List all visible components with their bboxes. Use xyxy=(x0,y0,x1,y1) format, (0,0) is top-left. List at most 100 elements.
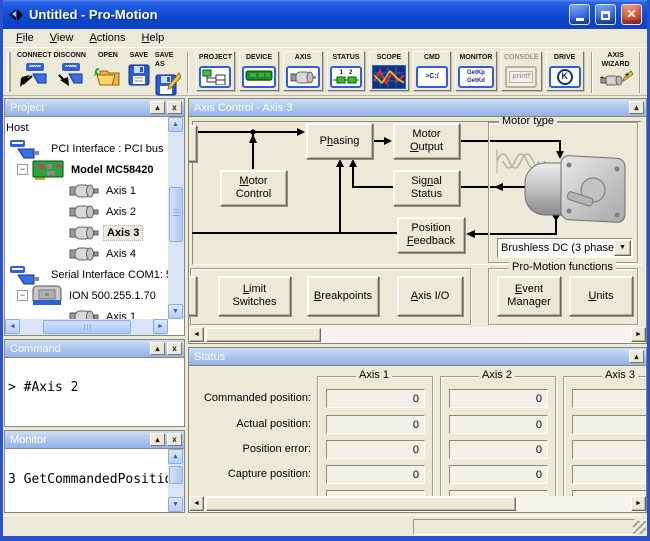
resize-grip[interactable] xyxy=(633,521,646,534)
scope-view-button[interactable]: SCOPE xyxy=(368,51,409,91)
combo-dropdown-arrow-icon[interactable]: ▼ xyxy=(614,240,631,256)
axis-view-button[interactable]: AXIS xyxy=(282,51,323,91)
axis1-position-error-value: 0 xyxy=(326,440,425,459)
monitor-window-button[interactable]: MONITOR GetKp GetKd xyxy=(454,51,497,91)
axis2-commanded-position-value: 0 xyxy=(449,389,548,408)
svg-text:+: + xyxy=(625,72,629,79)
clipped-bottom-button[interactable] xyxy=(189,276,197,316)
open-icon xyxy=(93,61,123,88)
save-as-button[interactable]: SAVE AS xyxy=(155,51,181,97)
status-view-button[interactable]: STATUS 12 xyxy=(326,51,365,91)
menu-actions[interactable]: Actions xyxy=(81,30,133,46)
collapse-panel-button[interactable]: ▴ xyxy=(150,342,165,355)
tree-item-axis3-selected[interactable]: Axis 3 xyxy=(5,222,184,243)
collapse-panel-button[interactable]: ▴ xyxy=(629,350,644,363)
minimize-button[interactable] xyxy=(569,4,590,25)
axis-wizard-icon: +++ xyxy=(599,70,633,88)
menu-view[interactable]: View xyxy=(42,30,82,46)
scroll-left-arrow[interactable]: ◄ xyxy=(5,319,20,334)
tree-item-ion[interactable]: − ION 500.255.1.70 xyxy=(5,285,184,306)
tree-vertical-scrollbar[interactable]: ▲ ▼ xyxy=(168,117,184,319)
scroll-right-arrow[interactable]: ► xyxy=(153,319,168,334)
scroll-up-arrow[interactable]: ▲ xyxy=(168,117,183,132)
motor-image xyxy=(524,155,626,223)
collapse-panel-button[interactable]: ▴ xyxy=(150,433,165,446)
menu-file[interactable]: File xyxy=(8,30,42,46)
close-panel-button[interactable]: x xyxy=(167,342,182,355)
motor-type-select[interactable]: Brushless DC (3 phase) ▼ xyxy=(497,238,633,258)
axis3-position-error-value: 0 xyxy=(572,440,646,459)
tree-horizontal-scrollbar[interactable]: ◄ ► xyxy=(5,319,168,335)
project-view-button[interactable]: PROJECT xyxy=(195,51,235,91)
save-button[interactable]: SAVE xyxy=(128,51,150,88)
collapse-panel-button[interactable]: ▴ xyxy=(150,101,165,114)
scroll-right-arrow[interactable]: ► xyxy=(631,496,646,511)
scrollbar-thumb[interactable] xyxy=(206,328,321,342)
open-button[interactable]: OPEN xyxy=(93,51,123,88)
position-feedback-button[interactable]: Position Feedback xyxy=(397,217,465,253)
scroll-left-arrow[interactable]: ◄ xyxy=(189,496,204,511)
collapse-toggle-icon[interactable]: − xyxy=(17,290,28,301)
axis-wizard-button[interactable]: AXIS WIZARD +++ xyxy=(599,51,633,88)
menu-help[interactable]: Help xyxy=(134,30,173,46)
close-panel-button[interactable]: x xyxy=(167,433,182,446)
pci-card-icon xyxy=(32,159,64,180)
close-panel-button[interactable]: x xyxy=(167,101,182,114)
tree-item-axis1[interactable]: Axis 1 xyxy=(5,180,184,201)
scroll-left-arrow[interactable]: ◄ xyxy=(189,327,204,342)
scrollbar-thumb[interactable] xyxy=(169,187,183,242)
status-horizontal-scrollbar[interactable]: ◄ ► xyxy=(189,496,646,512)
toolbar-grip[interactable] xyxy=(7,52,11,92)
signal-status-button[interactable]: Signal Status xyxy=(393,170,460,206)
breakpoints-button[interactable]: Breakpoints xyxy=(307,276,379,316)
collapse-panel-button[interactable]: ▴ xyxy=(629,101,644,114)
command-log[interactable]: > #Axis 2 > #Axis 3 > SetVelocity 1000 >… xyxy=(5,358,184,426)
axis-io-button[interactable]: Axis I/O xyxy=(397,276,463,316)
tree-item-host[interactable]: Host xyxy=(5,117,184,138)
axis2-capture-position-value: 0 xyxy=(449,465,548,484)
collapse-toggle-icon[interactable]: − xyxy=(17,164,28,175)
drive-window-button[interactable]: DRIVE K xyxy=(545,51,584,91)
motor-type-label: Motor type xyxy=(499,117,558,127)
tree-item-axis2[interactable]: Axis 2 xyxy=(5,201,184,222)
motor-icon xyxy=(69,225,99,240)
connect-button[interactable]: CONNECT xyxy=(17,51,52,88)
clipped-block-button[interactable] xyxy=(189,125,197,162)
scrollbar-thumb[interactable] xyxy=(169,466,183,484)
tree-item-model[interactable]: − Model MC58420 xyxy=(5,159,184,180)
event-manager-button[interactable]: Event Manager xyxy=(497,276,561,316)
scroll-down-arrow[interactable]: ▼ xyxy=(168,497,183,512)
scroll-down-arrow[interactable]: ▼ xyxy=(168,304,183,319)
motor-control-button[interactable]: Motor Control xyxy=(220,170,287,206)
project-panel: Project ▴ x Host PCI Interface : PCI bus… xyxy=(4,98,185,336)
toolbar: CONNECT DISCONN OPEN SAVE SAVE AS PROJEC… xyxy=(3,47,647,96)
project-tree: Host PCI Interface : PCI bus − Model MC5… xyxy=(5,117,184,335)
axis2-group: Axis 2 0 0 0 0 xyxy=(440,369,556,509)
axis1-commanded-position-value: 0 xyxy=(326,389,425,408)
motor-type-group: Motor type Brushless DC (3 phase) ▼ xyxy=(488,117,638,263)
command-window-button[interactable]: CMD >C:/ xyxy=(412,51,451,91)
phasing-button[interactable]: Phasing xyxy=(306,123,373,159)
axis-control-horizontal-scrollbar[interactable]: ◄ ► xyxy=(189,327,646,343)
reset-button[interactable]: RESET xyxy=(647,51,648,88)
device-view-button[interactable]: DEVICE xyxy=(238,51,279,91)
disconnect-button[interactable]: DISCONN xyxy=(54,51,86,88)
scroll-right-arrow[interactable]: ► xyxy=(631,327,646,342)
tree-item-serial-interface[interactable]: Serial Interface COM1: 57600 xyxy=(5,264,184,285)
axis3-capture-position-value: 0 xyxy=(572,465,646,484)
tree-item-axis4[interactable]: Axis 4 xyxy=(5,243,184,264)
units-button[interactable]: Units xyxy=(569,276,633,316)
console-window-button[interactable]: CONSOLE printf xyxy=(500,51,542,91)
scrollbar-thumb[interactable] xyxy=(43,320,131,334)
monitor-log[interactable]: 3 GetCommandedPosition 3 GetCaptureValue… xyxy=(5,449,184,512)
monitor-vertical-scrollbar[interactable]: ▲ ▼ xyxy=(168,449,184,512)
close-button[interactable]: ✕ xyxy=(621,4,642,25)
motor-output-button[interactable]: Motor Output xyxy=(393,123,460,159)
scrollbar-thumb[interactable] xyxy=(206,497,516,511)
maximize-button[interactable] xyxy=(595,4,616,25)
tree-item-pci-interface[interactable]: PCI Interface : PCI bus xyxy=(5,138,184,159)
drive-icon: K xyxy=(548,63,581,90)
scroll-up-arrow[interactable]: ▲ xyxy=(168,449,183,464)
command-line: > #Axis 2 xyxy=(8,380,79,395)
limit-switches-button[interactable]: Limit Switches xyxy=(218,276,291,316)
